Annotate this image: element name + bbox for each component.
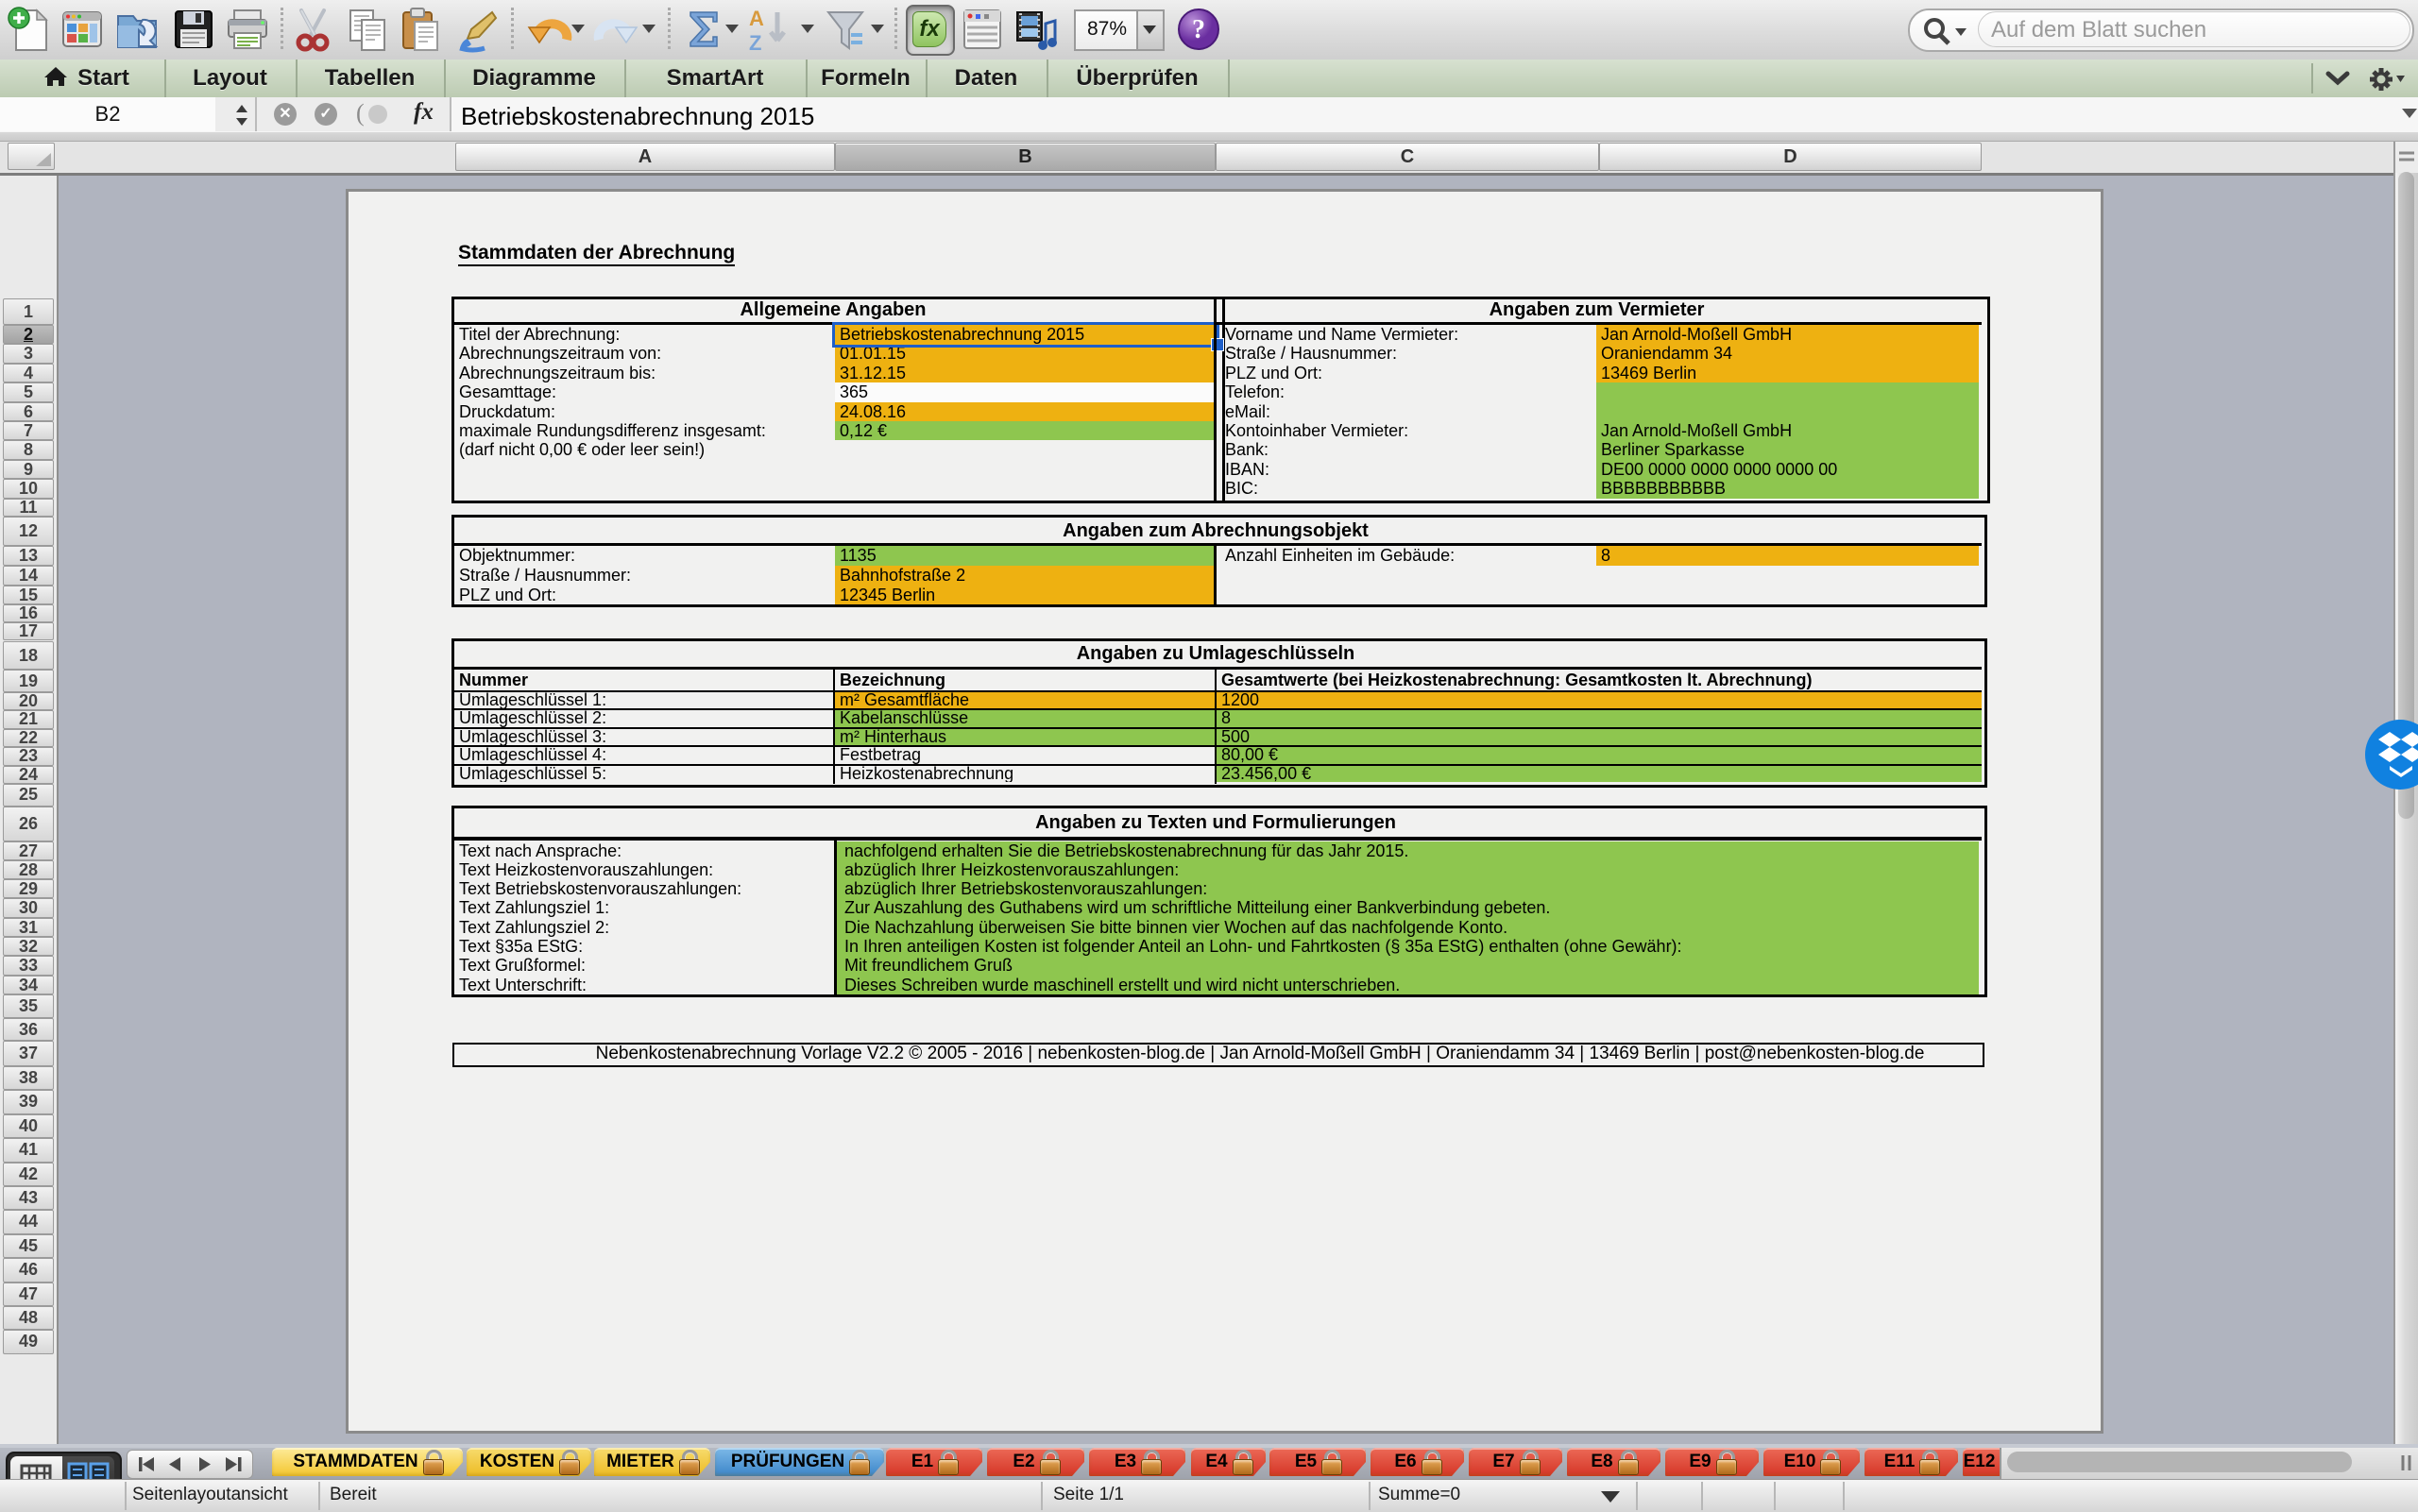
svg-text:?: ? bbox=[1192, 15, 1205, 44]
svg-text:Z: Z bbox=[749, 31, 761, 54]
svg-text:A: A bbox=[749, 7, 764, 30]
